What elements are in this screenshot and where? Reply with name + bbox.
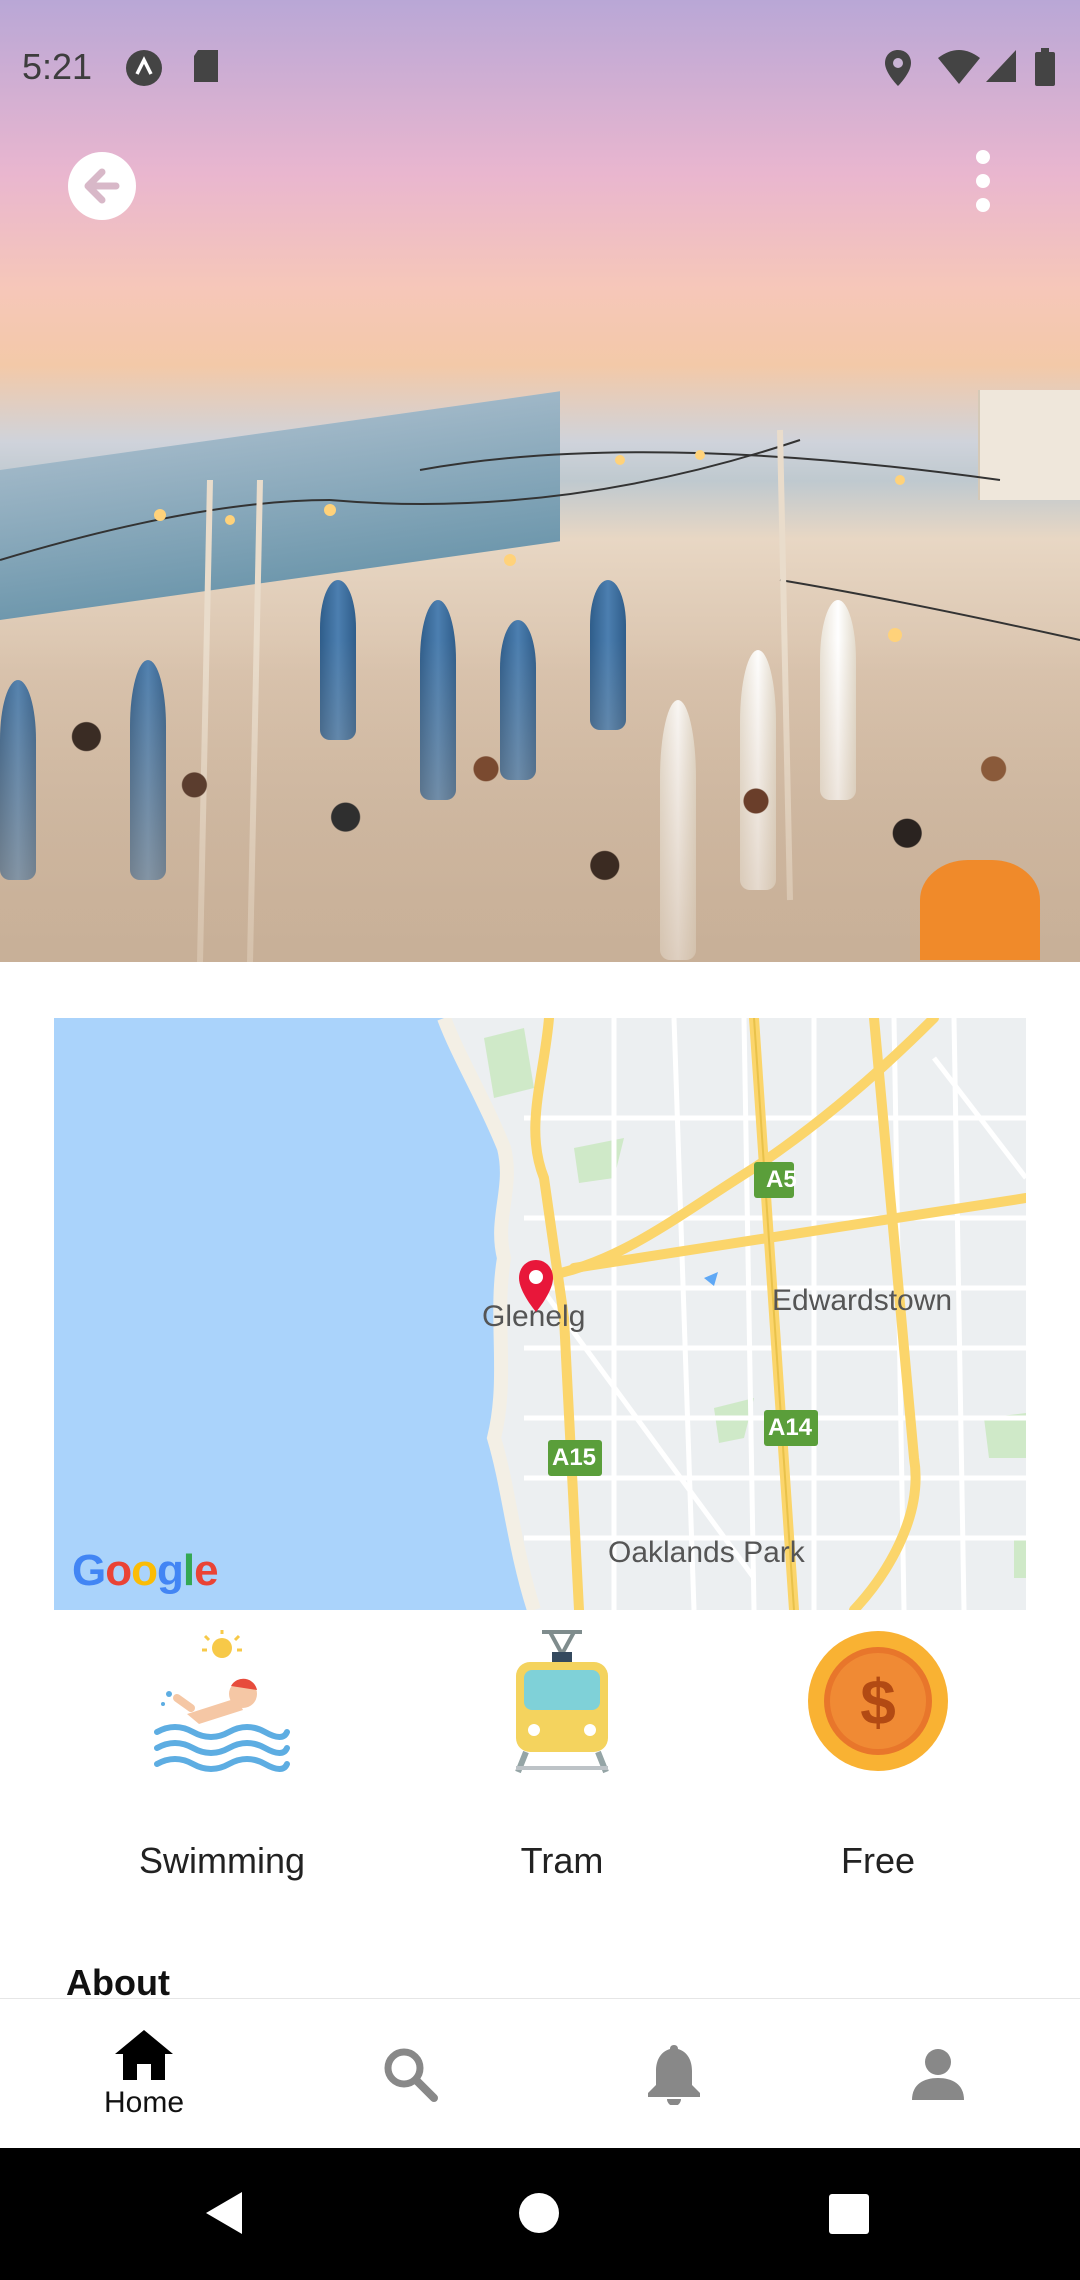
- feature-free[interactable]: $: [728, 1628, 1028, 1778]
- status-bar: 5:21: [0, 0, 1080, 136]
- map-label-oaklands-park: Oaklands Park: [608, 1536, 805, 1569]
- nav-profile[interactable]: [848, 1999, 1028, 2149]
- more-options-button[interactable]: [958, 148, 1008, 214]
- road-label-a5: A5: [766, 1166, 797, 1193]
- map-label-edwardstown: Edwardstown: [772, 1284, 953, 1317]
- person-orange-shirt: [920, 860, 1040, 960]
- hero-image: 5:21: [0, 0, 1080, 962]
- home-icon: [115, 2030, 173, 2080]
- nav-home[interactable]: Home: [54, 1999, 234, 2149]
- status-time: 5:21: [22, 46, 93, 87]
- bell-icon: [648, 2045, 700, 2105]
- nav-home-label: Home: [103, 2086, 185, 2119]
- road-label-a14: A14: [768, 1414, 813, 1441]
- person-icon: [912, 2049, 964, 2100]
- home-circle-icon[interactable]: [518, 2192, 560, 2234]
- back-triangle-icon[interactable]: [204, 2190, 244, 2236]
- location-icon: [885, 50, 911, 86]
- crowd: [0, 640, 1080, 962]
- feature-label-swimming: Swimming: [138, 1840, 306, 1881]
- swimmer-icon: [154, 1630, 290, 1772]
- feature-tram[interactable]: [412, 1628, 712, 1778]
- app-notification-icon: [126, 50, 162, 86]
- back-button[interactable]: [66, 150, 138, 222]
- signal-icon: [986, 50, 1016, 82]
- dollar-coin-icon: $: [808, 1631, 948, 1771]
- nav-notifications[interactable]: [584, 1999, 764, 2149]
- road-label-a15: A15: [552, 1444, 597, 1471]
- google-logo: Google: [72, 1546, 219, 1595]
- location-map[interactable]: A5 A14 A15 Glenelg Edwardstown Oaklands …: [54, 1018, 1026, 1610]
- feature-label-tram: Tram: [520, 1840, 604, 1881]
- arrow-left-icon: [68, 152, 136, 220]
- tram-icon: [515, 1630, 609, 1774]
- feature-label-free: Free: [840, 1840, 916, 1881]
- recents-square-icon[interactable]: [828, 2194, 870, 2234]
- search-icon: [384, 2048, 438, 2102]
- feature-swimming[interactable]: [72, 1628, 372, 1778]
- system-navigation-bar: [0, 2148, 1080, 2280]
- svg-text:$: $: [860, 1666, 896, 1738]
- more-vertical-icon: [976, 150, 990, 212]
- map-pin-icon[interactable]: [516, 1258, 556, 1314]
- battery-icon: [1035, 48, 1055, 86]
- bottom-navigation: Home: [0, 1998, 1080, 2149]
- sd-card-icon: [194, 50, 218, 82]
- nav-search[interactable]: [320, 1999, 500, 2149]
- wifi-icon: [938, 50, 980, 84]
